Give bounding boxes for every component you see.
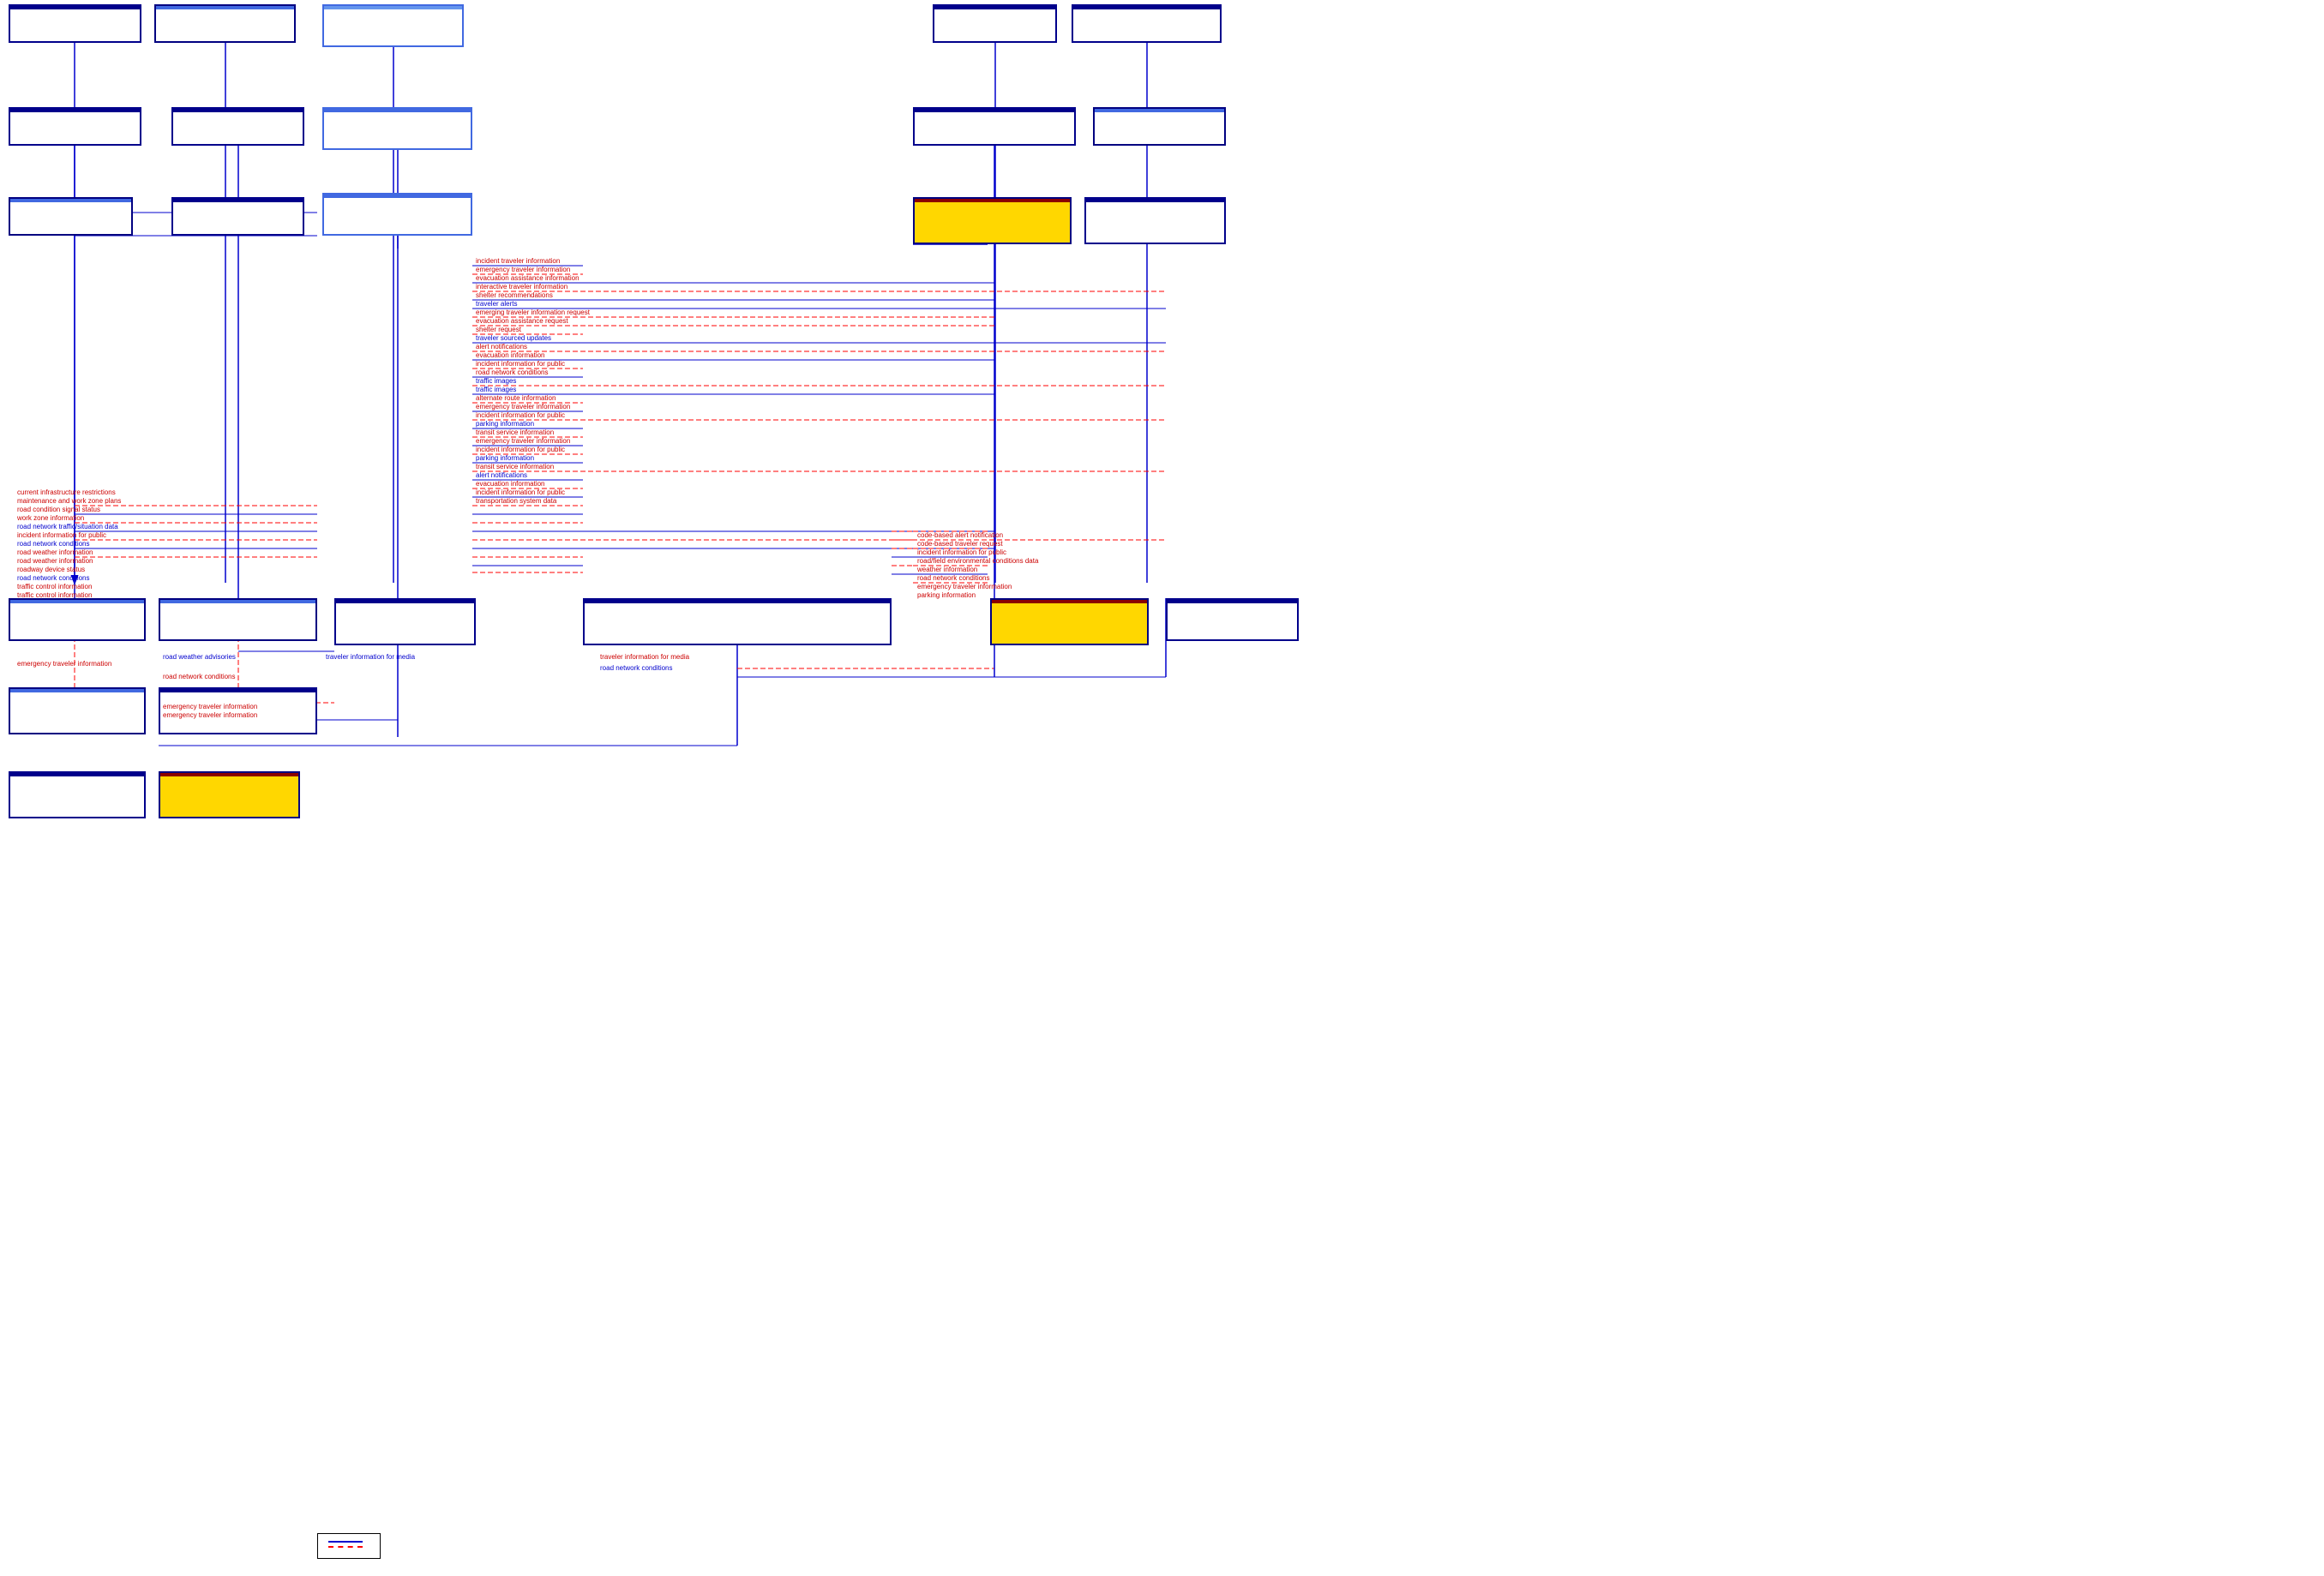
flow-label-14: road network conditions <box>476 369 549 376</box>
flow-label-1: incident traveler information <box>476 257 560 265</box>
node-adot-toc-emc <box>1166 598 1299 641</box>
flow-label-24: parking information <box>476 454 534 462</box>
flow-label-right-5: weather information <box>917 566 977 573</box>
node-us-customs <box>1093 107 1226 146</box>
node-adot-sys-maint <box>9 107 141 146</box>
node-adot-deoc <box>913 107 1076 146</box>
flow-label-left-8: road weather information <box>17 548 93 556</box>
node-travelers <box>322 4 464 47</box>
flow-label-19: incident information for public <box>476 411 565 419</box>
flow-label-29: transportation system data <box>476 497 556 505</box>
node-adot-rto <box>9 4 141 43</box>
node-adot-511ivr <box>933 4 1057 43</box>
node-az-tribal <box>159 598 317 641</box>
node-adot-toc-info <box>9 771 146 818</box>
flow-label-right-7: emergency traveler information <box>917 583 1012 590</box>
flow-label-left-1: current infrastructure restrictions <box>17 488 116 496</box>
legend-planned <box>328 1546 369 1548</box>
flow-label-22: emergency traveler information <box>476 437 570 445</box>
flow-label-5: shelter recommendations <box>476 291 553 299</box>
flow-label-2: emergency traveler information <box>476 266 570 273</box>
flow-label-right-6: road network conditions <box>917 574 990 582</box>
flow-label-left-4: work zone information <box>17 514 84 522</box>
flow-label-right-1: code-based alert notification <box>917 531 1003 539</box>
flow-label-left-11: road network conditions <box>17 574 90 582</box>
node-private-isp <box>322 193 472 236</box>
flow-label-26: alert notifications <box>476 471 527 479</box>
node-az-dps <box>322 107 472 150</box>
flow-label-28: incident information for public <box>476 488 565 496</box>
flow-label-6: traveler alerts <box>476 300 517 308</box>
legend-existing <box>328 1541 369 1543</box>
flow-label-4: interactive traveler information <box>476 283 567 291</box>
node-az-counties <box>9 197 133 236</box>
flow-label-13: incident information for public <box>476 360 565 368</box>
flow-label-15: traffic images <box>476 377 516 385</box>
flow-label-16: traffic images <box>476 386 516 393</box>
flow-label-23: incident information for public <box>476 446 565 453</box>
flow-label-10: traveler sourced updates <box>476 334 551 342</box>
existing-line <box>328 1541 363 1543</box>
node-az-cities <box>9 687 146 734</box>
flow-label-11: alert notifications <box>476 343 527 351</box>
node-adot-511-website <box>583 598 892 645</box>
flow-label-right-2: code-based traveler request <box>917 540 1003 548</box>
node-adot-hazmat <box>1072 4 1222 43</box>
flow-label-bot-6: traveler information for media <box>326 653 415 661</box>
flow-label-9: shelter request <box>476 326 521 333</box>
legend <box>317 1533 381 1559</box>
flow-label-left-12: traffic control information <box>17 583 92 590</box>
flow-label-bot-7: traveler information for media <box>600 653 689 661</box>
flow-label-3: evacuation assistance information <box>476 274 579 282</box>
flow-label-20: parking information <box>476 420 534 428</box>
flow-label-bot-4: emergency traveler information <box>17 660 111 668</box>
flow-label-bot-8: road network conditions <box>600 664 673 672</box>
flow-label-left-10: roadway device status <box>17 566 85 573</box>
flow-label-right-3: incident information for public <box>917 548 1006 556</box>
flow-label-25: transit service information <box>476 463 554 470</box>
flow-label-17: alternate route information <box>476 394 555 402</box>
flow-label-7: emerging traveler information request <box>476 309 590 316</box>
flow-label-bot-1: road weather advisories <box>163 653 236 661</box>
flow-label-left-7: road network conditions <box>17 540 90 548</box>
flow-label-21: transit service information <box>476 428 554 436</box>
flow-label-left-5: road network traffic/situation data <box>17 523 118 530</box>
node-adot-dust <box>159 687 317 734</box>
flow-label-bot-5: road network conditions <box>163 673 236 680</box>
flow-label-left-3: road condition signal status <box>17 506 100 513</box>
node-bia <box>154 4 296 43</box>
flow-label-right-8: parking information <box>917 591 976 599</box>
flow-label-18: emergency traveler information <box>476 403 570 410</box>
flow-label-right-4: road/field environmental conditions data <box>917 557 1038 565</box>
node-adot-truck-parking <box>1084 197 1226 244</box>
node-adot-mco <box>171 197 304 236</box>
node-adot-ecd-dispatch <box>171 107 304 146</box>
flow-label-left-9: road weather information <box>17 557 93 565</box>
node-adot-ecd-ops <box>334 598 476 645</box>
flow-label-27: evacuation information <box>476 480 545 488</box>
flow-label-left-6: incident information for public <box>17 531 106 539</box>
flow-label-12: evacuation information <box>476 351 545 359</box>
node-noaa <box>913 197 1072 244</box>
node-local-print <box>990 598 1149 645</box>
node-adot-az511app <box>159 771 300 818</box>
node-wide-area <box>9 598 146 641</box>
flow-label-left-2: maintenance and work zone plans <box>17 497 121 505</box>
flow-label-8: evacuation assistance request <box>476 317 568 325</box>
planned-line <box>328 1546 363 1548</box>
